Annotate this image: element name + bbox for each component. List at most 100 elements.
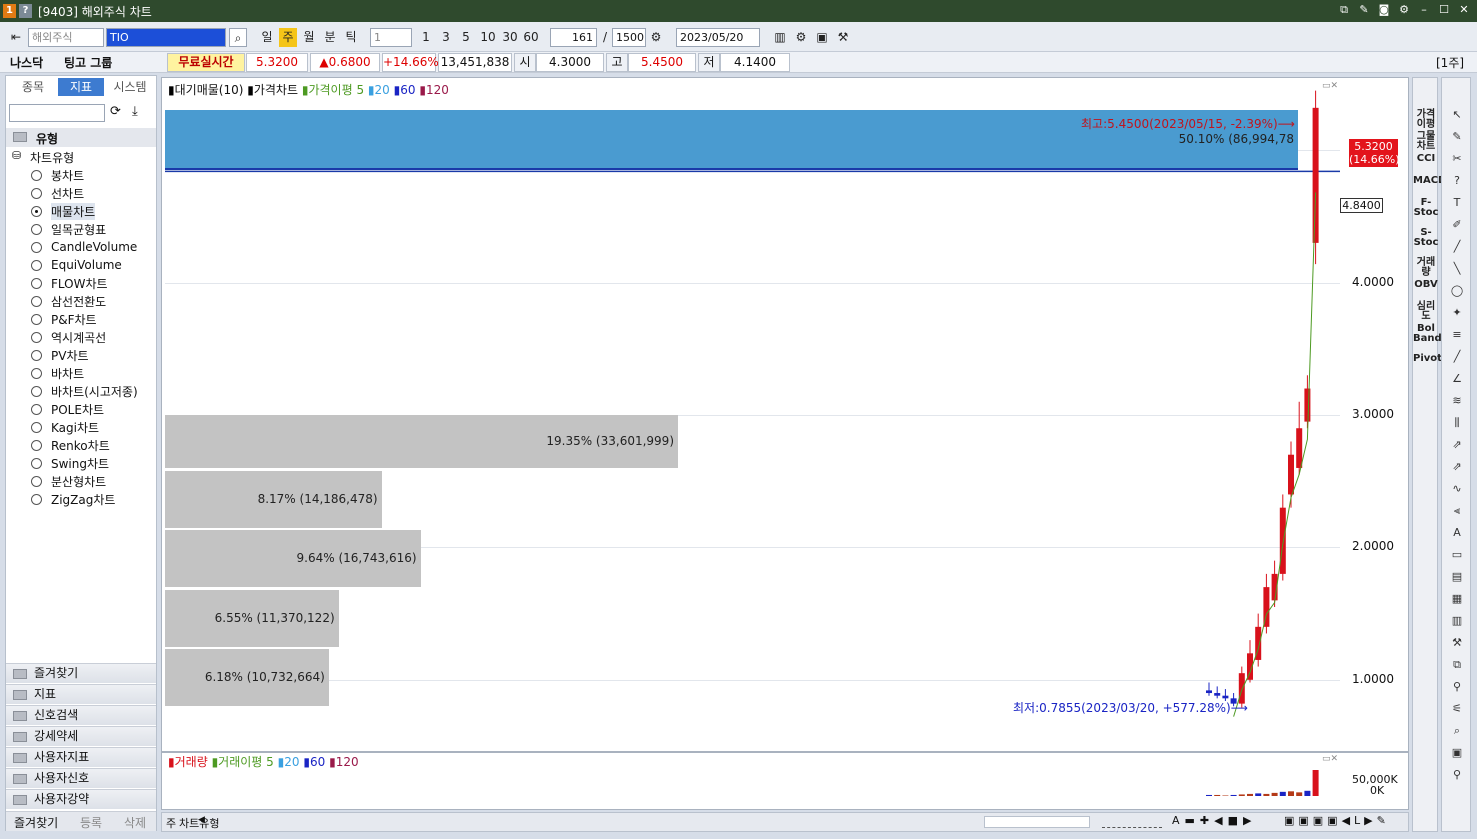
nav-controls[interactable]: A▬✚◀■▶	[1172, 814, 1256, 827]
market-select[interactable]: 해외주식	[28, 28, 104, 47]
chart-type-option[interactable]: ZigZag차트	[31, 491, 115, 507]
chart-type-option[interactable]: EquiVolume	[31, 257, 122, 273]
tab-indicators[interactable]: 지표	[58, 78, 104, 96]
drawing-tool-icon[interactable]: ▥	[1449, 614, 1465, 628]
chart-type-option[interactable]: FLOW차트	[31, 275, 108, 291]
drawing-tool-icon[interactable]: ↖	[1449, 108, 1465, 122]
tab-favorites[interactable]: 즐겨찾기	[14, 814, 58, 831]
count-max-input[interactable]: 1500	[612, 28, 646, 47]
prev-symbol-icon[interactable]: ⇤	[8, 28, 24, 47]
search-icon[interactable]: ⌕	[229, 28, 247, 47]
radio-icon[interactable]	[31, 421, 42, 433]
chart-type-option[interactable]: P&F차트	[31, 311, 97, 327]
radio-icon[interactable]	[31, 331, 42, 343]
help-icon[interactable]: ?	[19, 4, 32, 18]
drawing-tool-icon[interactable]: ╱	[1449, 350, 1465, 364]
tree-label[interactable]: 차트유형	[30, 149, 74, 166]
period-day[interactable]: 일	[258, 28, 276, 47]
radio-icon[interactable]	[31, 277, 42, 289]
chart-type-option[interactable]: 바차트(시고저종)	[31, 383, 138, 399]
radio-icon[interactable]	[31, 385, 42, 397]
edit-icon[interactable]: ✎	[1357, 3, 1371, 17]
chart-type-option[interactable]: Swing차트	[31, 455, 109, 471]
folder-item[interactable]: 사용자강약	[6, 789, 156, 809]
settings-icon[interactable]: ⚙	[1397, 3, 1411, 17]
indicator-shortcut[interactable]: MACD	[1413, 176, 1446, 186]
drawing-tool-icon[interactable]: ▣	[1449, 746, 1465, 760]
drawing-tool-icon[interactable]: ▭	[1449, 548, 1465, 562]
chart-type-option[interactable]: 바차트	[31, 365, 84, 381]
drawing-tool-icon[interactable]: ⚒	[1449, 636, 1465, 650]
drawing-tool-icon[interactable]: ✐	[1449, 218, 1465, 232]
period-minute[interactable]: 분	[321, 28, 339, 47]
drawing-tool-icon[interactable]: ∠	[1449, 372, 1465, 386]
drawing-tool-icon[interactable]: ▦	[1449, 592, 1465, 606]
indicator-shortcut[interactable]: 심리도	[1413, 302, 1439, 322]
drawing-tool-icon[interactable]: ∿	[1449, 482, 1465, 496]
volume-chart[interactable]: ▮거래량 ▮거래이평 5 ▮20 ▮60 ▮120 ▭✕ 50,000K 0K	[161, 752, 1409, 810]
indicator-shortcut[interactable]: F-Stoc	[1413, 198, 1439, 218]
folder-item[interactable]: 사용자지표	[6, 747, 156, 767]
folder-item[interactable]: 신호검색	[6, 705, 156, 725]
folder-item[interactable]: 사용자신호	[6, 768, 156, 788]
radio-icon[interactable]	[31, 475, 42, 487]
chart-type-option[interactable]: 일목균형표	[31, 221, 106, 237]
chart-icon[interactable]: ▥	[772, 28, 788, 47]
close-icon[interactable]: ✕	[1457, 3, 1471, 17]
chart-type-option[interactable]: Renko차트	[31, 437, 110, 453]
config-icon[interactable]: ⚙	[793, 28, 809, 47]
indicator-shortcut[interactable]: Pivot	[1413, 354, 1442, 364]
zoom-slider[interactable]	[1102, 816, 1162, 828]
radio-icon[interactable]	[31, 403, 42, 415]
chart-type-option[interactable]: PV차트	[31, 347, 89, 363]
drawing-tool-icon[interactable]: ?	[1449, 174, 1465, 188]
radio-icon[interactable]	[31, 457, 42, 469]
drawing-tool-icon[interactable]: ⫷	[1449, 504, 1465, 518]
download-icon[interactable]: ⤓	[132, 104, 148, 119]
period-tick[interactable]: 틱	[342, 28, 360, 47]
drawing-tool-icon[interactable]: ╱	[1449, 240, 1465, 254]
chart-type-option[interactable]: 매물차트	[31, 202, 96, 220]
price-chart[interactable]: ▮대기매물(10) ▮가격차트 ▮가격이평 5 ▮20 ▮60 ▮120 ▭✕ …	[161, 77, 1409, 752]
interval-3[interactable]: 3	[438, 28, 454, 47]
chart-type-option[interactable]: 선차트	[31, 185, 84, 201]
radio-icon[interactable]	[31, 223, 42, 235]
radio-icon[interactable]	[31, 241, 42, 253]
view-controls[interactable]: ▣▣▣▣◀L▶✎	[1284, 814, 1390, 827]
register-button[interactable]: 등록	[80, 814, 102, 831]
drawing-tool-icon[interactable]: ▤	[1449, 570, 1465, 584]
drawing-tool-icon[interactable]: ╲	[1449, 262, 1465, 276]
chart-type-option[interactable]: 분산형차트	[31, 473, 106, 489]
date-select[interactable]: 2023/05/20	[676, 28, 760, 47]
indicator-search-input[interactable]	[9, 104, 105, 122]
drawing-tool-icon[interactable]: ✦	[1449, 306, 1465, 320]
period-week[interactable]: 주	[279, 28, 297, 47]
delete-button[interactable]: 삭제	[124, 814, 146, 831]
period-month[interactable]: 월	[300, 28, 318, 47]
radio-icon[interactable]	[31, 259, 42, 271]
drawing-tool-icon[interactable]: ⧉	[1449, 658, 1465, 672]
folder-item[interactable]: 강세약세	[6, 726, 156, 746]
drawing-tool-icon[interactable]: ⇗	[1449, 438, 1465, 452]
indicator-shortcut[interactable]: CCI	[1413, 154, 1439, 164]
indicator-shortcut[interactable]: 그물차트	[1413, 132, 1439, 152]
tab-system[interactable]: 시스템	[104, 78, 156, 96]
radio-icon[interactable]	[31, 205, 42, 217]
drawing-tool-icon[interactable]: ◯	[1449, 284, 1465, 298]
radio-icon[interactable]	[31, 187, 42, 199]
indicator-shortcut[interactable]: Bol Band	[1413, 324, 1442, 344]
radio-icon[interactable]	[31, 313, 42, 325]
tools-icon[interactable]: ⚒	[835, 28, 851, 47]
folder-item[interactable]: 지표	[6, 684, 156, 704]
refresh-icon[interactable]: ⟳	[110, 104, 126, 119]
drawing-tool-icon[interactable]: ⚲	[1449, 768, 1465, 782]
drawing-tool-icon[interactable]: ⚲	[1449, 680, 1465, 694]
interval-5[interactable]: 5	[458, 28, 474, 47]
interval-10[interactable]: 10	[478, 28, 498, 47]
drawing-tool-icon[interactable]: ✎	[1449, 130, 1465, 144]
indicator-shortcut[interactable]: 가격이평	[1413, 110, 1439, 130]
interval-1[interactable]: 1	[418, 28, 434, 47]
chart-type-option[interactable]: Kagi차트	[31, 419, 99, 435]
drawing-tool-icon[interactable]: ⫼	[1449, 416, 1465, 430]
drawing-tool-icon[interactable]: ✂	[1449, 152, 1465, 166]
